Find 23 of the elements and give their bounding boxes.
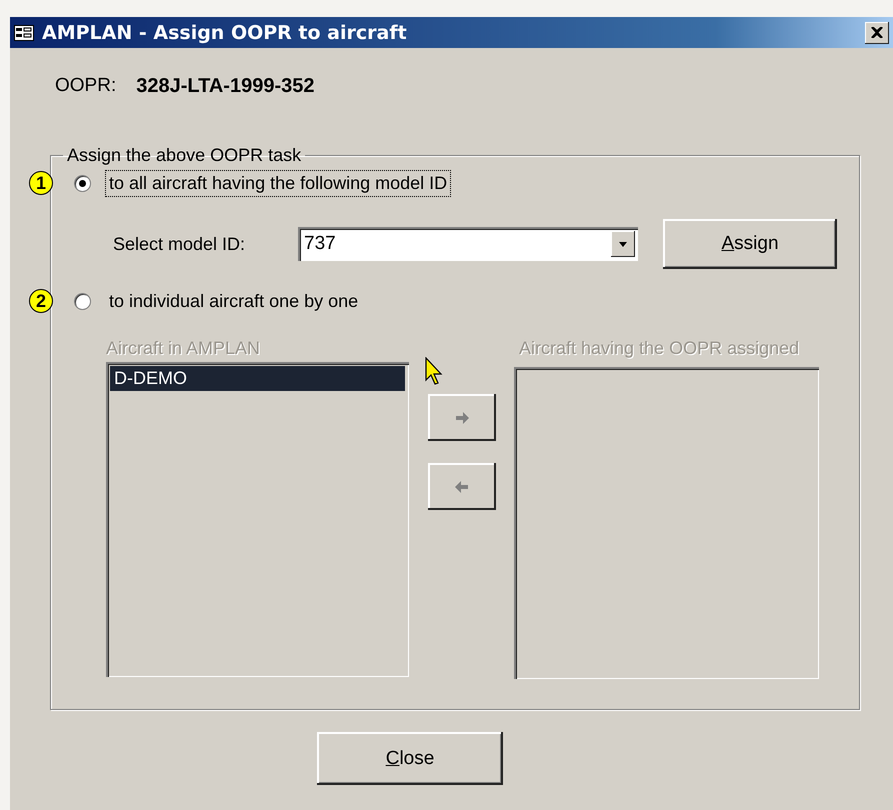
pointer-icon	[425, 357, 445, 387]
radio-label[interactable]: to all aircraft having the following model ID	[105, 170, 452, 196]
close-button[interactable]: Close	[317, 732, 503, 785]
oopr-label: OOPR:	[55, 75, 116, 97]
assign-button[interactable]: Assign	[663, 219, 837, 269]
close-icon	[871, 27, 883, 38]
arrow-icon	[454, 480, 470, 494]
radio-button[interactable]	[74, 174, 91, 192]
list-label: Aircraft in AMPLAN	[106, 338, 262, 360]
model-dropdown[interactable]: 737	[298, 227, 638, 261]
step-badge: 2	[29, 289, 53, 313]
oopr-value: 328J-LTA-1999-352	[136, 74, 314, 98]
arrow-icon	[454, 410, 470, 424]
window-title: AMPLAN - Assign OOPR to aircraft	[42, 22, 408, 44]
form-icon	[14, 24, 34, 40]
list-label: Aircraft having the OOPR assigned	[519, 338, 800, 360]
close-button[interactable]	[865, 22, 889, 44]
dropdown-arrow-icon	[619, 242, 627, 246]
group-label: Assign the above OOPR task	[66, 145, 302, 166]
radio-button[interactable]	[74, 292, 91, 310]
step-badge: 1	[29, 171, 53, 195]
model-label: Select model ID:	[113, 234, 246, 254]
radio-label[interactable]: to individual aircraft one by one	[105, 288, 362, 314]
